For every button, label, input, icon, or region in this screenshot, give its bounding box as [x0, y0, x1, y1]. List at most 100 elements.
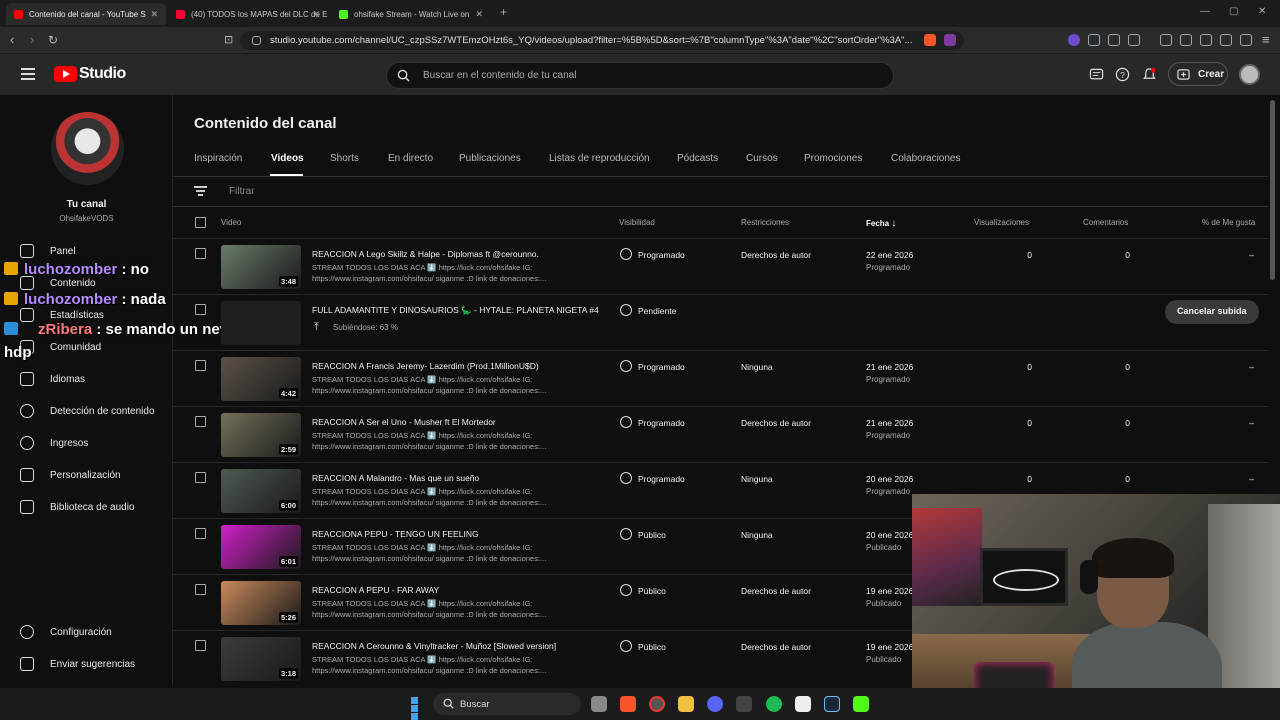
chrome-icon[interactable] [649, 696, 665, 712]
capcut-icon[interactable] [795, 696, 811, 712]
create-button[interactable]: Crear [1168, 62, 1228, 86]
bookmark-icon[interactable]: ⊡ [224, 33, 233, 47]
video-thumbnail[interactable]: 5:26 [221, 581, 301, 625]
folder-icon[interactable] [678, 696, 694, 712]
filter-input[interactable]: Filtrar [229, 186, 255, 197]
brave-shields-icon[interactable] [924, 34, 936, 46]
sidebar-item-settings[interactable]: Configuración [0, 621, 173, 645]
tab-courses[interactable]: Cursos [746, 153, 778, 164]
row-checkbox[interactable] [195, 640, 206, 651]
select-all-checkbox[interactable] [195, 217, 206, 228]
sidebar-icon[interactable] [1180, 34, 1192, 46]
row-checkbox[interactable] [195, 304, 206, 315]
steam-icon[interactable] [824, 696, 840, 712]
row-checkbox[interactable] [195, 472, 206, 483]
filter-icon[interactable] [194, 186, 207, 196]
close-tab-icon[interactable]: ✕ [150, 9, 158, 20]
forward-icon[interactable]: › [30, 33, 34, 47]
sidebar-item-earn[interactable]: Ingresos [0, 432, 173, 456]
close-tab-icon[interactable]: ✕ [475, 9, 483, 20]
tab-inspiration[interactable]: Inspiración [194, 153, 242, 164]
tab-collaborations[interactable]: Colaboraciones [891, 153, 961, 164]
video-thumbnail[interactable]: 3:48 [221, 245, 301, 289]
table-row[interactable]: 3:48 REACCION A Lego Skillz & Halpe - Dip… [173, 238, 1268, 294]
cancel-upload-button[interactable]: Cancelar subida [1165, 300, 1259, 324]
media-icon[interactable] [1160, 34, 1172, 46]
screenshot-icon[interactable] [1128, 34, 1140, 46]
tab-promotions[interactable]: Promociones [804, 153, 862, 164]
visibility-label[interactable]: Programado [638, 250, 685, 260]
minimize-icon[interactable]: — [1200, 6, 1210, 17]
sidebar-item-content-detection[interactable]: Detección de contenido [0, 400, 173, 424]
visibility-label[interactable]: Público [638, 586, 666, 596]
video-title[interactable]: REACCION A Ser el Uno - Musher ft El Mor… [312, 417, 496, 427]
column-header-views[interactable]: Visualizaciones [974, 218, 1029, 227]
row-checkbox[interactable] [195, 584, 206, 595]
notifications-icon[interactable] [1142, 67, 1157, 82]
restrictions-label[interactable]: Derechos de autor [741, 250, 811, 260]
hamburger-menu-icon[interactable] [21, 68, 35, 80]
wallet-icon[interactable] [1200, 34, 1212, 46]
row-checkbox[interactable] [195, 416, 206, 427]
video-thumbnail[interactable]: 6:00 [221, 469, 301, 513]
pen-icon[interactable] [736, 696, 752, 712]
extensions-puzzle-icon[interactable] [1108, 34, 1120, 46]
video-title[interactable]: FULL ADAMANTITE Y DINOSAURIOS 🦕 - HYTALE… [312, 305, 599, 316]
scrollbar[interactable] [1270, 100, 1275, 280]
table-row[interactable]: FULL ADAMANTITE Y DINOSAURIOS 🦕 - HYTALE… [173, 294, 1268, 350]
visibility-label[interactable]: Programado [638, 474, 685, 484]
column-header-date[interactable]: Fecha ↓ [866, 218, 896, 229]
tab-playlists[interactable]: Listas de reproducción [549, 153, 650, 164]
browser-tab-kick[interactable]: ohsifake Stream - Watch Live on ✕ [331, 3, 491, 25]
restrictions-label[interactable]: Ninguna [741, 474, 773, 484]
discord-icon[interactable] [707, 696, 723, 712]
youtube-logo-icon[interactable] [54, 66, 77, 82]
windows-start-icon[interactable] [411, 697, 426, 720]
sidebar-item-feedback[interactable]: Enviar sugerencias [0, 653, 173, 677]
column-header-likes[interactable]: % de Me gusta [1202, 218, 1255, 227]
sidebar-item-audio-library[interactable]: Biblioteca de audio [0, 496, 173, 520]
brave-icon[interactable] [620, 696, 636, 712]
tab-videos[interactable]: Videos [271, 153, 304, 164]
close-window-icon[interactable]: ✕ [1258, 6, 1266, 17]
leo-ai-icon[interactable] [1220, 34, 1232, 46]
restrictions-label[interactable]: Derechos de autor [741, 642, 811, 652]
video-title[interactable]: REACCION A Malandro - Mas que un sueño [312, 473, 479, 483]
row-checkbox[interactable] [195, 528, 206, 539]
search-input[interactable]: Buscar en el contenido de tu canal [386, 62, 894, 89]
video-thumbnail[interactable]: 6:01 [221, 525, 301, 569]
video-title[interactable]: REACCIONA PEPU - TENGO UN FEELING [312, 529, 479, 539]
table-row[interactable]: 4:42 REACCION A Francis Jeremy- Lazerdim … [173, 350, 1268, 406]
browser-tab-youtube[interactable]: (40) TODOS los MAPAS del DLC de E ✕ [168, 3, 328, 25]
video-title[interactable]: REACCION A Lego Skillz & Halpe - Diploma… [312, 249, 539, 259]
maximize-icon[interactable]: ▢ [1229, 6, 1238, 17]
restrictions-label[interactable]: Ninguna [741, 530, 773, 540]
caption-icon[interactable] [1089, 67, 1104, 82]
visibility-label[interactable]: Programado [638, 362, 685, 372]
restrictions-label[interactable]: Ninguna [741, 362, 773, 372]
brave-rewards-icon[interactable] [944, 34, 956, 46]
restrictions-label[interactable]: Derechos de autor [741, 586, 811, 596]
channel-avatar[interactable] [51, 112, 124, 185]
kick-icon[interactable] [853, 696, 869, 712]
sidebar-item-languages[interactable]: Idiomas [0, 368, 173, 392]
visibility-label[interactable]: Público [638, 530, 666, 540]
column-header-comments[interactable]: Comentarios [1083, 218, 1128, 227]
menu-icon[interactable]: ≡ [1262, 33, 1270, 47]
table-row[interactable]: 2:59 REACCION A Ser el Uno - Musher ft El… [173, 406, 1268, 462]
account-avatar[interactable] [1239, 64, 1260, 85]
video-thumbnail[interactable]: 3:18 [221, 637, 301, 681]
spotify-icon[interactable] [766, 696, 782, 712]
site-settings-icon[interactable] [252, 36, 261, 45]
studio-logo-text[interactable]: Studio [79, 65, 126, 83]
new-tab-button[interactable]: + [500, 5, 507, 19]
row-checkbox[interactable] [195, 248, 206, 259]
back-icon[interactable]: ‹ [10, 33, 14, 47]
video-title[interactable]: REACCION A Cerounno & Vinyltracker - Muñ… [312, 641, 556, 651]
tab-posts[interactable]: Publicaciones [459, 153, 521, 164]
row-checkbox[interactable] [195, 360, 206, 371]
video-thumbnail[interactable] [221, 301, 301, 345]
sidebar-item-customization[interactable]: Personalización [0, 464, 173, 488]
reload-icon[interactable]: ↻ [48, 33, 58, 47]
visibility-label[interactable]: Programado [638, 418, 685, 428]
